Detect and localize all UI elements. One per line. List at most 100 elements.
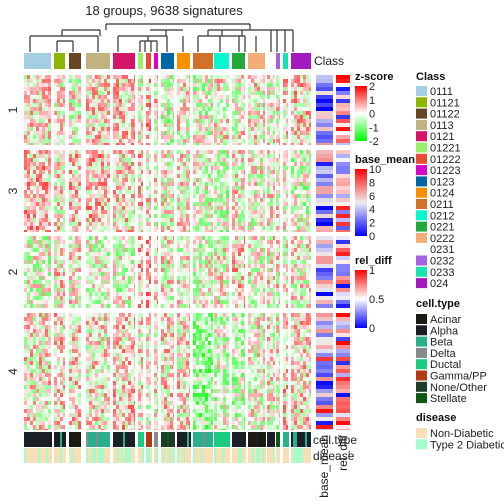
heatmap-cell bbox=[260, 158, 263, 162]
heatmap-cell bbox=[183, 198, 186, 202]
heatmap-cell bbox=[63, 131, 65, 135]
heatmap-cell bbox=[154, 296, 157, 300]
heatmap-cell bbox=[270, 127, 273, 131]
heatmap-cell bbox=[33, 284, 36, 288]
heatmap-cell bbox=[54, 111, 57, 115]
heatmap-cell bbox=[24, 79, 27, 83]
heatmap-cell bbox=[202, 230, 205, 232]
heatmap-cell bbox=[98, 236, 101, 240]
heatmap-cell bbox=[131, 264, 134, 268]
heatmap-cell bbox=[286, 107, 288, 111]
heatmap-cell bbox=[254, 252, 257, 256]
heatmap-cell bbox=[276, 99, 279, 103]
heatmap-cell bbox=[27, 182, 30, 186]
heatmap-cell bbox=[186, 178, 189, 182]
heatmap-cell bbox=[42, 127, 45, 131]
heatmap-cell bbox=[107, 300, 110, 304]
heatmap-cell bbox=[107, 210, 110, 214]
heatmap-cell bbox=[86, 91, 89, 95]
heatmap-cell bbox=[220, 280, 223, 284]
heatmap-cell bbox=[42, 79, 45, 83]
heatmap-cell bbox=[98, 300, 101, 304]
heatmap-cell bbox=[107, 127, 110, 131]
heatmap-cell bbox=[297, 252, 300, 256]
heatmap-cell bbox=[48, 174, 51, 178]
heatmap-cell bbox=[24, 103, 27, 107]
heatmap-cell bbox=[251, 127, 254, 131]
heatmap-cell bbox=[134, 170, 135, 174]
heatmap-cell bbox=[183, 107, 186, 111]
heatmap-cell bbox=[141, 284, 143, 288]
heatmap-cell bbox=[205, 162, 208, 166]
heatmap-cell bbox=[303, 107, 306, 111]
heatmap-cell bbox=[189, 288, 190, 292]
heatmap-cell bbox=[45, 182, 48, 186]
heatmap-cell bbox=[254, 280, 257, 284]
heatmap-cell bbox=[60, 280, 63, 284]
heatmap-cell bbox=[30, 296, 33, 300]
heatmap-cell bbox=[78, 143, 81, 145]
heatmap-cell bbox=[95, 119, 98, 123]
heatmap-cell bbox=[306, 178, 309, 182]
heatmap-cell bbox=[138, 182, 141, 186]
heatmap-cell bbox=[116, 244, 119, 248]
heatmap-cell bbox=[286, 174, 288, 178]
heatmap-cell bbox=[196, 95, 199, 99]
heatmap-cell bbox=[78, 123, 81, 127]
heatmap-cell bbox=[72, 284, 75, 288]
heatmap-cell bbox=[154, 150, 157, 154]
heatmap-cell bbox=[57, 91, 60, 95]
heatmap-cell bbox=[244, 91, 245, 95]
heatmap-cell bbox=[232, 87, 235, 91]
heatmap-cell bbox=[125, 218, 128, 222]
heatmap-cell bbox=[173, 95, 174, 99]
heatmap-cell bbox=[45, 268, 48, 272]
heatmap-cell bbox=[294, 248, 297, 252]
heatmap-cell bbox=[254, 131, 257, 135]
heatmap-cell bbox=[63, 79, 65, 83]
heatmap-cell bbox=[45, 190, 48, 194]
heatmap-cell bbox=[248, 103, 251, 107]
heatmap-cell bbox=[164, 178, 167, 182]
heatmap-cell bbox=[260, 154, 263, 158]
heatmap-cell bbox=[173, 292, 174, 296]
heatmap-cell bbox=[116, 174, 119, 178]
heatmap-cell bbox=[54, 226, 57, 230]
heatmap-cell bbox=[63, 202, 65, 206]
heatmap-cell bbox=[164, 186, 167, 190]
heatmap-cell bbox=[208, 162, 211, 166]
heatmap-cell bbox=[27, 158, 30, 162]
heatmap-cell bbox=[257, 143, 260, 145]
heatmap-cell bbox=[78, 75, 81, 79]
heatmap-cell bbox=[177, 119, 180, 123]
heatmap-cell bbox=[276, 127, 279, 131]
heatmap-cell bbox=[72, 127, 75, 131]
heatmap-cell bbox=[309, 248, 311, 252]
heatmap-cell bbox=[173, 150, 174, 154]
heatmap-cell bbox=[205, 150, 208, 154]
heatmap-cell bbox=[24, 244, 27, 248]
heatmap-cell bbox=[211, 256, 213, 260]
heatmap-cell bbox=[173, 214, 174, 218]
heatmap-cell bbox=[72, 111, 75, 115]
heatmap-cell bbox=[72, 218, 75, 222]
heatmap-cell bbox=[248, 202, 251, 206]
heatmap-cell bbox=[257, 240, 260, 244]
heatmap-cell bbox=[208, 79, 211, 83]
heatmap-cell bbox=[244, 178, 245, 182]
heatmap-cell bbox=[260, 272, 263, 276]
heatmap-cell bbox=[86, 244, 89, 248]
heatmap-cell bbox=[220, 248, 223, 252]
heatmap-cell bbox=[297, 244, 300, 248]
heatmap-cell bbox=[180, 123, 183, 127]
heatmap-cell bbox=[186, 276, 189, 280]
heatmap-cell bbox=[306, 198, 309, 202]
heatmap-cell bbox=[54, 139, 57, 143]
heatmap-cell bbox=[291, 83, 294, 87]
heatmap-cell bbox=[149, 284, 151, 288]
heatmap-cell bbox=[286, 264, 288, 268]
heatmap-cell bbox=[27, 300, 30, 304]
heatmap-cell bbox=[241, 288, 244, 292]
heatmap-cell bbox=[294, 178, 297, 182]
heatmap-cell bbox=[208, 170, 211, 174]
